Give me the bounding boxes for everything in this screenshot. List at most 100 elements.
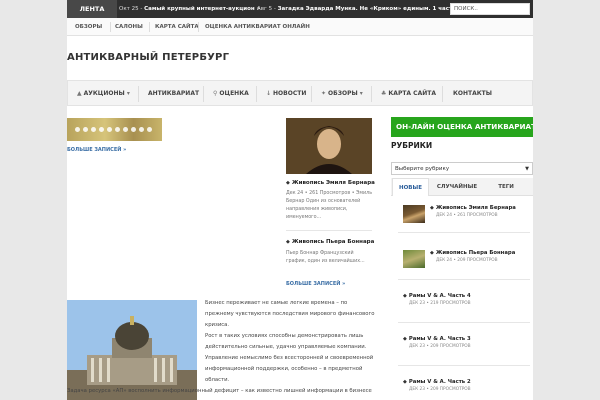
article-paragraph: Бизнес переживает не самые легкие времен… (205, 300, 375, 328)
gavel-icon: ▲ (77, 90, 82, 97)
divider (198, 22, 199, 32)
search-icon: ⚲ (213, 90, 218, 97)
post-meta: ДЕК 24 • 261 ПРОСМОТРОВ (436, 213, 498, 218)
menu-item-contacts[interactable]: КОНТАКТЫ (453, 81, 492, 107)
chevron-down-icon: ▼ (525, 166, 529, 172)
bullet-icon: ◆ (403, 293, 407, 299)
slider-dot[interactable] (147, 127, 152, 132)
ticker-date: Авг 5 - (257, 6, 276, 12)
menu-item-reviews[interactable]: ✦ ОБЗОРЫ ▾ (321, 81, 365, 107)
slider-dot[interactable] (75, 127, 80, 132)
ticker-text[interactable]: Самый крупный интернет-аукцион » (144, 6, 260, 12)
category-select[interactable]: Выберите рубрику ▼ (391, 162, 533, 175)
post-title-text[interactable]: Рамы V & A. Часть 2 (409, 379, 471, 385)
portrait-image (286, 118, 372, 174)
top-navigation: ОБЗОРЫ САЛОНЫ КАРТА САЙТА ОЦЕНКА АНТИКВА… (67, 18, 533, 36)
ticker-item[interactable]: Авг 5 - Загадка Эдварда Мунка. Не «Крико… (257, 0, 463, 18)
divider (256, 86, 257, 102)
article-thumbnail[interactable] (286, 118, 372, 174)
topnav-item-sitemap[interactable]: КАРТА САЙТА (155, 18, 199, 36)
main-menu: ▲ АУКЦИОНЫ ▾ АНТИКВАРИАТ ⚲ ОЦЕНКА ↓ НОВОСТИ… (67, 80, 533, 106)
divider (110, 22, 111, 32)
star-icon: ✦ (321, 90, 327, 97)
article-title[interactable]: ◆ Живопись Пьера Боннара (286, 239, 374, 245)
article-excerpt: Пьер Боннар Французский график, один из … (286, 251, 365, 264)
more-posts-link[interactable]: БОЛЬШЕ ЗАПИСЕЙ » (286, 281, 345, 287)
bullet-icon: ◆ (403, 336, 407, 342)
bullet-icon: ◆ (286, 180, 290, 186)
post-thumbnail[interactable] (403, 205, 425, 223)
menu-item-auctions[interactable]: ▲ АУКЦИОНЫ ▾ (77, 81, 132, 107)
cathedral-photo (67, 300, 197, 400)
slider-dot[interactable] (91, 127, 96, 132)
divider (149, 22, 150, 32)
ticker-item[interactable]: Окт 25 - Самый крупный интернет-аукцион … (119, 0, 260, 18)
topnav-item-salons[interactable]: САЛОНЫ (115, 18, 143, 36)
divider (398, 365, 530, 366)
post-title[interactable]: ◆ Рамы V & A. Часть 2 (403, 379, 471, 385)
ticker-text[interactable]: Загадка Эдварда Мунка. Не «Криком» едины… (278, 6, 464, 12)
post-title-text[interactable]: Рамы V & A. Часть 3 (409, 336, 471, 342)
tab-random[interactable]: СЛУЧАЙНЫЕ (431, 178, 483, 196)
categories-heading: РУБРИКИ (391, 141, 433, 150)
post-meta: ДЕК 23 • 209 ПРОСМОТРОВ (409, 344, 471, 349)
tab-tags[interactable]: ТЕГИ (483, 178, 529, 196)
post-title-text[interactable]: Рамы V & A. Часть 4 (409, 293, 471, 299)
divider (138, 86, 139, 102)
more-posts-link[interactable]: БОЛЬШЕ ЗАПИСЕЙ » (67, 147, 126, 153)
menu-item-label: ОЦЕНКА (219, 90, 249, 97)
bullet-icon: ◆ (430, 250, 434, 256)
site-title[interactable]: АНТИКВАРНЫЙ ПЕТЕРБУРГ (67, 52, 229, 63)
search-input[interactable]: ПОИСК.. (450, 3, 530, 15)
menu-item-label: ОБЗОРЫ (328, 90, 358, 97)
slider-dot[interactable] (115, 127, 120, 132)
divider (398, 322, 530, 323)
arrow-down-icon: ↓ (266, 90, 272, 97)
divider (442, 86, 443, 102)
menu-item-sitemap[interactable]: ♣ КАРТА САЙТА (381, 81, 436, 107)
post-title[interactable]: ◆ Живопись Пьера Боннара (430, 250, 515, 256)
featured-slider[interactable] (67, 118, 162, 141)
menu-item-news[interactable]: ↓ НОВОСТИ (266, 81, 306, 107)
divider (398, 279, 530, 280)
post-thumbnail[interactable] (403, 250, 425, 268)
sitemap-icon: ♣ (381, 90, 387, 97)
article-paragraph: Рост в таких условиях способны демонстри… (205, 333, 374, 383)
menu-item-antiques[interactable]: АНТИКВАРИАТ (148, 81, 199, 107)
chevron-down-icon: ▾ (359, 90, 363, 97)
post-title[interactable]: ◆ Живопись Эмиля Бернара (430, 205, 516, 211)
divider (203, 86, 204, 102)
tab-new[interactable]: НОВЫЕ (392, 178, 429, 196)
sidebar-tabs: НОВЫЕ СЛУЧАЙНЫЕ ТЕГИ (391, 178, 533, 196)
divider (398, 232, 530, 233)
post-meta: ДЕК 23 • 209 ПРОСМОТРОВ (409, 387, 471, 392)
bullet-icon: ◆ (286, 239, 290, 245)
menu-item-label: КОНТАКТЫ (453, 90, 492, 97)
article-title[interactable]: ◆ Живопись Эмиля Бернара (286, 180, 375, 186)
slider-dot[interactable] (131, 127, 136, 132)
divider (286, 230, 372, 231)
slider-dot[interactable] (139, 127, 144, 132)
slider-dot[interactable] (123, 127, 128, 132)
menu-item-label: НОВОСТИ (273, 90, 307, 97)
chevron-down-icon: ▾ (126, 90, 130, 97)
post-meta: ДЕК 23 • 219 ПРОСМОТРОВ (409, 301, 471, 306)
topnav-item-reviews[interactable]: ОБЗОРЫ (75, 18, 102, 36)
menu-item-label: КАРТА САЙТА (388, 90, 436, 97)
slider-dot[interactable] (83, 127, 88, 132)
article-title-text[interactable]: Живопись Пьера Боннара (292, 239, 374, 245)
post-meta: ДЕК 24 • 209 ПРОСМОТРОВ (436, 258, 498, 263)
ticker-date: Окт 25 - (119, 6, 143, 12)
slider-dot[interactable] (99, 127, 104, 132)
menu-item-appraisal[interactable]: ⚲ ОЦЕНКА (213, 81, 249, 107)
menu-item-label: АНТИКВАРИАТ (148, 90, 200, 97)
slider-dot[interactable] (107, 127, 112, 132)
online-appraisal-banner[interactable]: ОН-ЛАЙН ОЦЕНКА АНТИКВАРИАТА (391, 117, 533, 137)
topnav-item-online-appraisal[interactable]: ОЦЕНКА АНТИКВАРИАТ ОНЛАЙН (205, 18, 310, 36)
post-title-text[interactable]: Живопись Эмиля Бернара (436, 205, 516, 211)
article-title-text[interactable]: Живопись Эмиля Бернара (292, 180, 375, 186)
divider (311, 86, 312, 102)
post-title[interactable]: ◆ Рамы V & A. Часть 4 (403, 293, 471, 299)
post-title-text[interactable]: Живопись Пьера Боннара (436, 250, 515, 256)
post-title[interactable]: ◆ Рамы V & A. Часть 3 (403, 336, 471, 342)
